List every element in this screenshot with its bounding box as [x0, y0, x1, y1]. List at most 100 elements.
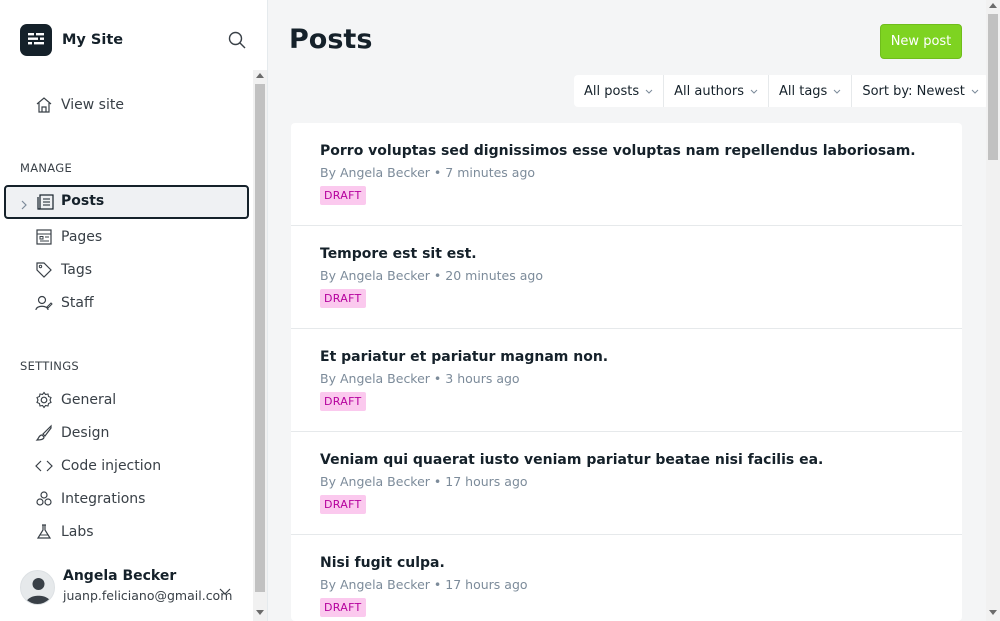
sidebar-item-label: Design: [61, 425, 110, 441]
search-icon[interactable]: [227, 30, 247, 50]
post-time: 20 minutes ago: [445, 268, 543, 283]
staff-icon: [34, 293, 54, 313]
meta-by: By: [320, 577, 336, 592]
meta-separator: •: [433, 165, 442, 180]
post-title: Tempore est sit est.: [320, 246, 477, 262]
user-name: Angela Becker: [63, 568, 177, 584]
page-title: Posts: [289, 24, 373, 55]
list-item[interactable]: Veniam qui quaerat iusto veniam pariatur…: [291, 432, 962, 535]
meta-by: By: [320, 165, 336, 180]
sidebar-item-label: Code injection: [61, 458, 162, 474]
posts-list: Porro voluptas sed dignissimos esse volu…: [291, 123, 962, 621]
sidebar-scrollbar[interactable]: [253, 70, 267, 621]
pages-icon: [34, 227, 54, 247]
main-scrollbar[interactable]: [986, 0, 1000, 621]
meta-separator: •: [433, 268, 442, 283]
post-title: Nisi fugit culpa.: [320, 555, 445, 571]
home-icon: [34, 95, 54, 115]
filter-label: All tags: [778, 83, 828, 99]
post-author: Angela Becker: [339, 371, 430, 386]
post-time: 3 hours ago: [445, 371, 520, 386]
sidebar-item-pages[interactable]: Pages: [34, 225, 102, 249]
post-title: Et pariatur et pariatur magnam non.: [320, 349, 609, 365]
chevron-down-icon: [971, 84, 979, 99]
meta-separator: •: [433, 474, 442, 489]
view-site-link[interactable]: View site: [34, 93, 124, 117]
brand[interactable]: My Site: [20, 24, 123, 56]
sidebar-item-label: Tags: [61, 262, 92, 278]
sidebar-item-label: Labs: [61, 524, 94, 540]
status-badge: DRAFT: [320, 598, 366, 617]
status-badge: DRAFT: [320, 495, 366, 514]
post-author: Angela Becker: [339, 268, 430, 283]
manage-section-label: MANAGE: [20, 161, 73, 175]
list-item[interactable]: Et pariatur et pariatur magnam non. By A…: [291, 329, 962, 432]
meta-separator: •: [433, 577, 442, 592]
chevron-right-icon: [20, 196, 28, 215]
chevron-down-icon: [750, 84, 758, 99]
sidebar-item-posts[interactable]: Posts: [4, 185, 249, 219]
status-badge: DRAFT: [320, 186, 366, 205]
sidebar-item-tags[interactable]: Tags: [34, 258, 92, 282]
post-time: 7 minutes ago: [445, 165, 536, 180]
settings-section-label: SETTINGS: [20, 359, 80, 373]
scroll-up-icon: [256, 73, 264, 78]
chevron-down-icon: [645, 84, 653, 99]
code-icon: [34, 456, 54, 476]
sidebar-item-label: Integrations: [61, 491, 146, 507]
filter-bar: All posts All authors All tags Sort by: …: [574, 75, 989, 107]
scrollbar-thumb[interactable]: [255, 84, 265, 592]
post-meta: By Angela Becker • 20 minutes ago: [320, 268, 543, 283]
sidebar-item-code-injection[interactable]: Code injection: [34, 454, 161, 478]
meta-by: By: [320, 474, 336, 489]
sort-dropdown[interactable]: Sort by: Newest: [852, 75, 989, 107]
user-menu[interactable]: Angela Becker juanp.feliciano@gmail.com: [20, 568, 245, 608]
sidebar-item-general[interactable]: General: [34, 388, 116, 412]
post-author: Angela Becker: [339, 474, 430, 489]
filter-label: Sort by: Newest: [862, 83, 965, 99]
view-site-label: View site: [61, 97, 124, 113]
post-time: 17 hours ago: [445, 474, 528, 489]
site-name: My Site: [62, 32, 124, 48]
sidebar-item-label: Posts: [61, 193, 105, 209]
filter-author-dropdown[interactable]: All authors: [664, 75, 769, 107]
list-item[interactable]: Nisi fugit culpa. By Angela Becker • 17 …: [291, 535, 962, 621]
gear-icon: [34, 390, 54, 410]
scrollbar-thumb[interactable]: [988, 14, 998, 160]
new-post-button[interactable]: New post: [880, 24, 962, 59]
post-title: Veniam qui quaerat iusto veniam pariatur…: [320, 452, 824, 468]
scroll-down-icon: [256, 610, 264, 615]
scroll-down-icon: [989, 610, 997, 615]
meta-by: By: [320, 268, 336, 283]
filter-tag-dropdown[interactable]: All tags: [769, 75, 853, 107]
user-email: juanp.feliciano@gmail.com: [63, 588, 233, 603]
avatar: [20, 570, 55, 605]
status-badge: DRAFT: [320, 392, 366, 411]
filter-label: All posts: [584, 83, 640, 99]
flask-icon: [34, 522, 54, 542]
filter-type-dropdown[interactable]: All posts: [574, 75, 665, 107]
sidebar-item-label: General: [61, 392, 117, 408]
post-time: 17 hours ago: [445, 577, 528, 592]
meta-by: By: [320, 371, 336, 386]
chevron-down-icon: [218, 582, 232, 601]
post-meta: By Angela Becker • 17 hours ago: [320, 474, 528, 489]
site-logo-icon: [20, 24, 52, 56]
posts-icon: [36, 192, 56, 212]
list-item[interactable]: Porro voluptas sed dignissimos esse volu…: [291, 123, 962, 226]
filter-label: All authors: [674, 83, 744, 99]
meta-separator: •: [433, 371, 442, 386]
sidebar-item-label: Pages: [61, 229, 103, 245]
list-item[interactable]: Tempore est sit est. By Angela Becker • …: [291, 226, 962, 329]
sidebar-item-staff[interactable]: Staff: [34, 291, 94, 315]
post-meta: By Angela Becker • 3 hours ago: [320, 371, 520, 386]
sidebar-item-label: Staff: [61, 295, 94, 311]
sidebar-item-design[interactable]: Design: [34, 421, 109, 445]
tag-icon: [34, 260, 54, 280]
post-author: Angela Becker: [339, 577, 430, 592]
sidebar-item-labs[interactable]: Labs: [34, 520, 94, 544]
sidebar-item-integrations[interactable]: Integrations: [34, 487, 145, 511]
brush-icon: [34, 423, 54, 443]
post-author: Angela Becker: [339, 165, 430, 180]
integrations-icon: [34, 489, 54, 509]
